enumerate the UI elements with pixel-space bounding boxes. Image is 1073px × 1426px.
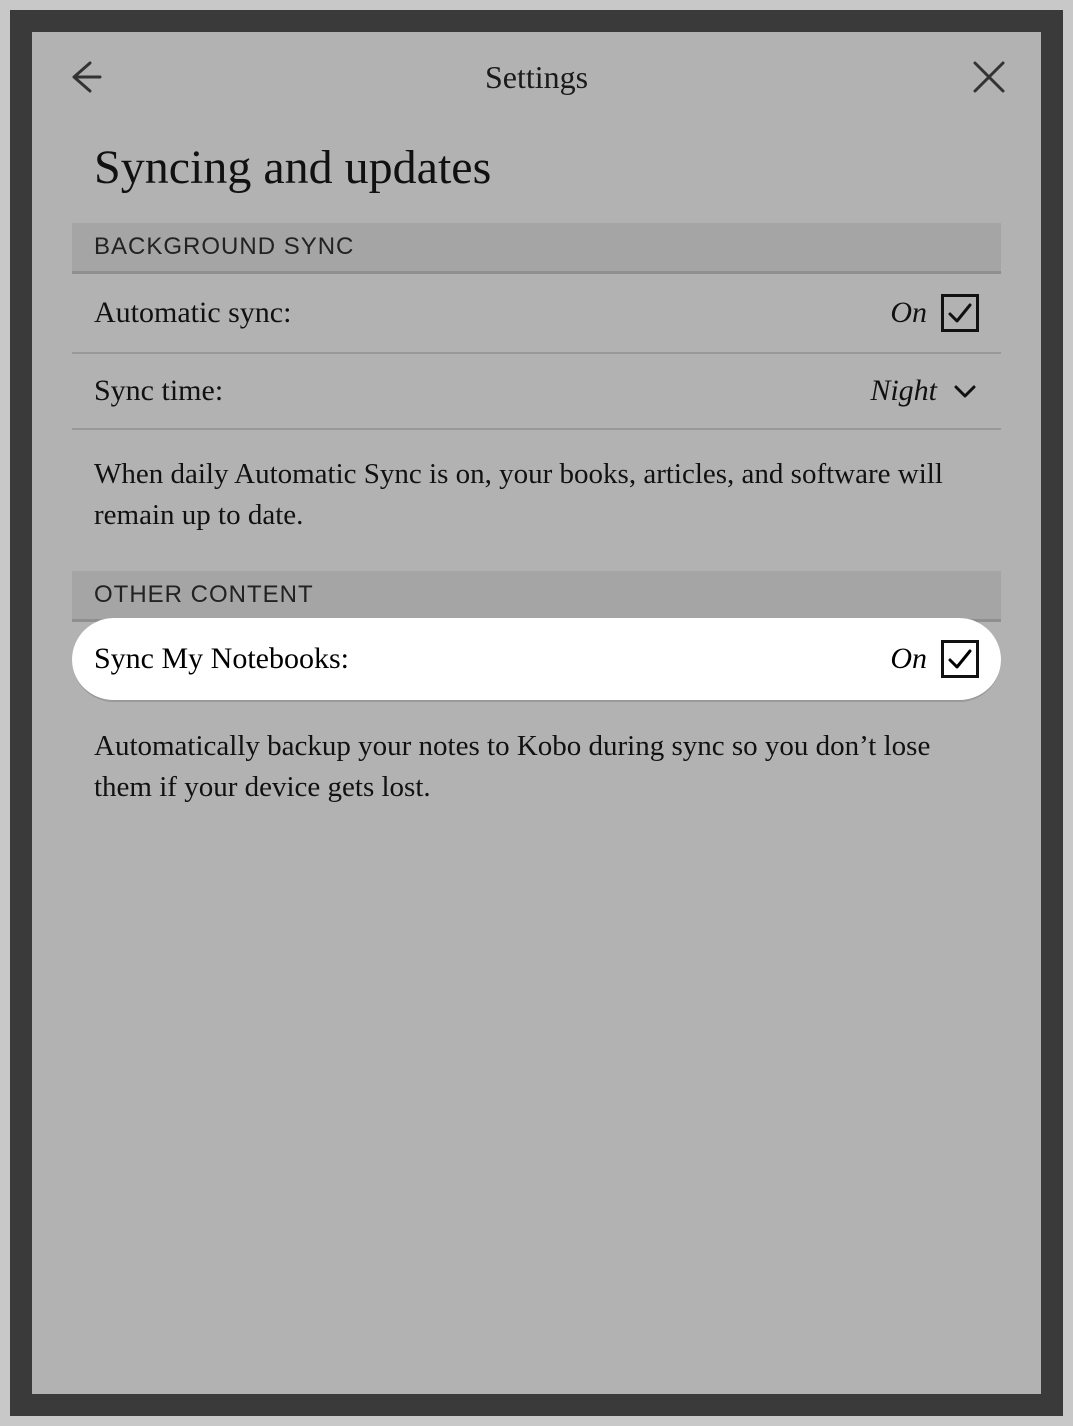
automatic-sync-value: On [890,296,927,330]
section-header-background-sync: BACKGROUND SYNC [72,223,1001,274]
sync-notebooks-label: Sync My Notebooks: [94,642,349,676]
header-title: Settings [485,59,588,96]
sync-time-value: Night [870,374,937,408]
row-sync-time[interactable]: Sync time: Night [72,354,1001,430]
close-icon [971,59,1007,95]
check-icon [946,299,974,327]
other-content-description: Automatically backup your notes to Kobo … [32,702,1041,843]
row-automatic-sync[interactable]: Automatic sync: On [72,274,1001,354]
sync-notebooks-checkbox[interactable] [941,640,979,678]
background-sync-description: When daily Automatic Sync is on, your bo… [32,430,1041,571]
sync-notebooks-value-group: On [890,640,979,678]
page-title: Syncing and updates [32,122,1041,223]
automatic-sync-label: Automatic sync: [94,296,291,330]
automatic-sync-value-group: On [890,294,979,332]
top-bar: Settings [32,32,1041,122]
arrow-left-icon [64,57,104,97]
row-sync-notebooks[interactable]: Sync My Notebooks: On [72,618,1001,702]
chevron-down-icon [951,377,979,405]
back-button[interactable] [60,53,108,101]
check-icon [946,645,974,673]
close-button[interactable] [965,53,1013,101]
sync-time-label: Sync time: [94,374,223,408]
section-header-other-content: OTHER CONTENT [72,571,1001,622]
sync-notebooks-value: On [890,642,927,676]
automatic-sync-checkbox[interactable] [941,294,979,332]
sync-time-value-group: Night [870,374,979,408]
